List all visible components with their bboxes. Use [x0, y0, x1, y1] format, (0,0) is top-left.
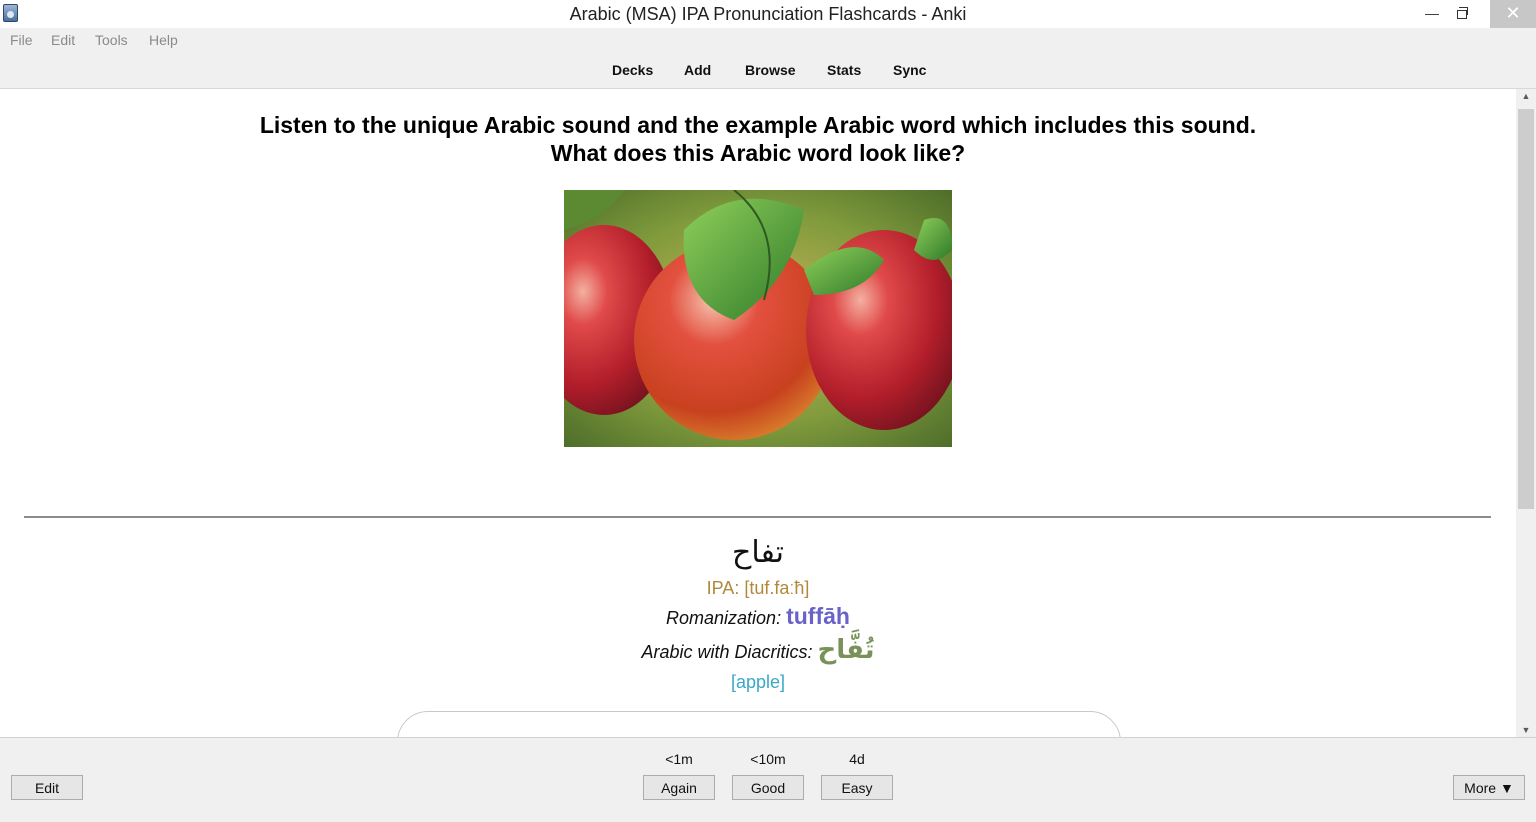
- easy-interval: 4d: [849, 751, 865, 767]
- vertical-scrollbar[interactable]: ▲ ▼: [1516, 89, 1536, 737]
- menu-edit[interactable]: Edit: [51, 32, 75, 48]
- more-button[interactable]: More ▼: [1453, 775, 1525, 800]
- scroll-thumb[interactable]: [1518, 109, 1534, 509]
- edit-button[interactable]: Edit: [11, 775, 83, 800]
- toolbar-add-link[interactable]: Add: [684, 62, 711, 78]
- again-interval: <1m: [665, 751, 693, 767]
- main-toolbar: Decks Add Browse Stats Sync: [0, 52, 1536, 89]
- maximize-icon[interactable]: [1446, 0, 1478, 28]
- scroll-up-icon[interactable]: ▲: [1516, 91, 1536, 101]
- good-interval: <10m: [750, 751, 786, 767]
- title-bar: Arabic (MSA) IPA Pronunciation Flashcard…: [0, 0, 1536, 28]
- question-line-1: Listen to the unique Arabic sound and th…: [259, 112, 1257, 138]
- menu-help[interactable]: Help: [149, 32, 178, 48]
- arabic-word: تفاح: [731, 535, 785, 570]
- card-view[interactable]: Listen to the unique Arabic sound and th…: [0, 89, 1516, 737]
- toolbar-decks-link[interactable]: Decks: [612, 62, 653, 78]
- toolbar-sync-link[interactable]: Sync: [893, 62, 926, 78]
- again-button[interactable]: Again: [643, 775, 715, 800]
- toolbar-browse-link[interactable]: Browse: [745, 62, 796, 78]
- romanization-value: tuffāḥ: [786, 603, 850, 629]
- scroll-down-icon[interactable]: ▼: [1516, 725, 1536, 735]
- menu-file[interactable]: File: [10, 32, 33, 48]
- easy-button[interactable]: Easy: [821, 775, 893, 800]
- answer-bar: Edit <1m <10m 4d Again Good Easy More ▼: [0, 737, 1536, 822]
- close-icon[interactable]: ✕: [1490, 0, 1536, 28]
- apple-photo: [564, 190, 952, 447]
- menu-tools[interactable]: Tools: [95, 32, 128, 48]
- card-question: Listen to the unique Arabic sound and th…: [0, 111, 1516, 167]
- ipa-transcription: IPA: [tuf.faːħ]: [706, 578, 810, 598]
- question-line-2: What does this Arabic word look like?: [550, 140, 966, 166]
- menu-bar: File Edit Tools Help: [0, 28, 1536, 52]
- answer-divider: [24, 516, 1491, 518]
- diacritics-value: تُفَّاح: [817, 635, 875, 665]
- minimize-icon[interactable]: —: [1416, 0, 1448, 28]
- good-button[interactable]: Good: [732, 775, 804, 800]
- diacritics-label: Arabic with Diacritics:: [641, 642, 813, 662]
- romanization-label: Romanization:: [666, 608, 782, 628]
- english-meaning: [apple]: [730, 672, 786, 692]
- audio-player-box[interactable]: [397, 711, 1121, 737]
- window-title: Arabic (MSA) IPA Pronunciation Flashcard…: [569, 4, 967, 24]
- romanization-line: Romanization: tuffāḥ: [0, 603, 1516, 630]
- diacritics-line: Arabic with Diacritics: تُفَّاح: [0, 635, 1516, 665]
- toolbar-stats-link[interactable]: Stats: [827, 62, 861, 78]
